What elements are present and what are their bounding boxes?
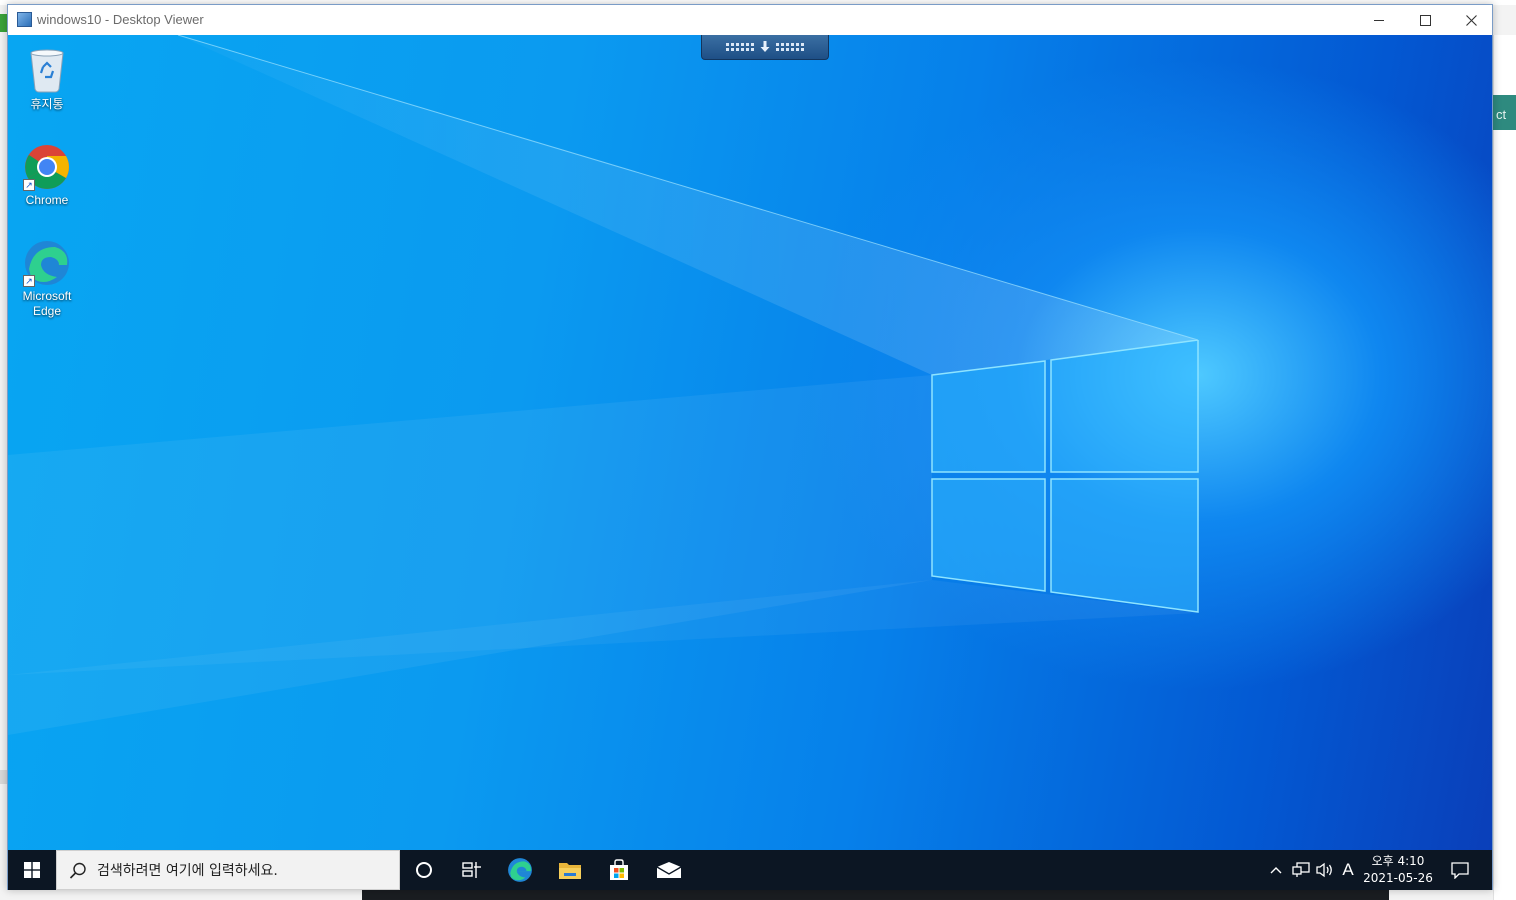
cortana-icon bbox=[416, 862, 432, 878]
notification-icon bbox=[1451, 861, 1469, 879]
remote-toolbar-handle[interactable] bbox=[701, 35, 829, 60]
host-right-panel bbox=[1493, 35, 1516, 900]
windows-logo-wallpaper bbox=[931, 340, 1199, 613]
edge-icon bbox=[508, 858, 532, 882]
toolbar-grip-left bbox=[726, 43, 754, 51]
windows-start-icon bbox=[24, 862, 40, 878]
desktop-icon-recycle-bin[interactable]: 휴지통 bbox=[9, 47, 85, 112]
desktop-icon-chrome[interactable]: ↗ Chrome bbox=[9, 143, 85, 208]
network-icon bbox=[1292, 862, 1310, 877]
guest-desktop[interactable]: 휴지통 ↗ Chrome ↗ Microsoft Edge bbox=[8, 35, 1492, 850]
minimize-button[interactable] bbox=[1356, 5, 1402, 35]
show-hidden-icons-button[interactable] bbox=[1268, 850, 1284, 890]
toolbar-grip-right bbox=[776, 43, 804, 51]
speaker-icon bbox=[1316, 862, 1332, 878]
title-bar[interactable]: windows10 - Desktop Viewer bbox=[8, 5, 1492, 35]
start-button[interactable] bbox=[8, 850, 56, 890]
desktop-viewer-window: windows10 - Desktop Viewer 휴지통 ↗ Chrome … bbox=[7, 4, 1493, 891]
microsoft-store-button[interactable] bbox=[595, 850, 643, 890]
cortana-button[interactable] bbox=[400, 850, 448, 890]
recycle-bin-icon bbox=[30, 49, 64, 93]
desktop-icon-label: Chrome bbox=[25, 193, 69, 207]
guest-taskbar: A 오후 4:10 2021-05-26 bbox=[8, 850, 1492, 891]
arrow-down-icon bbox=[760, 41, 770, 52]
task-view-icon bbox=[462, 862, 481, 878]
clock-date: 2021-05-26 bbox=[1363, 871, 1433, 885]
store-icon bbox=[610, 859, 628, 880]
window-title: windows10 - Desktop Viewer bbox=[37, 12, 204, 27]
file-explorer-button[interactable] bbox=[546, 850, 594, 890]
host-taskbar-fragment bbox=[362, 889, 1389, 900]
desktop-icon-label: 휴지통 bbox=[30, 97, 64, 111]
taskbar-search-box[interactable] bbox=[56, 850, 400, 891]
chevron-up-icon bbox=[1270, 867, 1282, 874]
clock-time: 오후 4:10 bbox=[1371, 854, 1425, 868]
shortcut-arrow-icon: ↗ bbox=[23, 179, 35, 191]
mail-button[interactable] bbox=[645, 850, 693, 890]
input-method-indicator[interactable]: A bbox=[1338, 850, 1358, 890]
task-view-button[interactable] bbox=[448, 850, 496, 890]
wallpaper-light-beams bbox=[8, 35, 1199, 735]
taskbar-clock[interactable]: 오후 4:10 2021-05-26 bbox=[1360, 853, 1436, 887]
mail-icon bbox=[656, 862, 682, 878]
file-explorer-icon bbox=[559, 863, 581, 879]
maximize-button[interactable] bbox=[1402, 5, 1448, 35]
maximize-icon bbox=[1419, 14, 1431, 26]
search-input[interactable] bbox=[95, 851, 399, 891]
volume-button[interactable] bbox=[1314, 850, 1336, 890]
network-button[interactable] bbox=[1290, 850, 1312, 890]
minimize-icon bbox=[1374, 19, 1384, 21]
search-icon bbox=[69, 862, 86, 879]
desktop-viewer-app-icon bbox=[17, 12, 32, 27]
desktop-icon-label: Microsoft Edge bbox=[22, 289, 72, 318]
close-button[interactable] bbox=[1448, 5, 1494, 35]
host-left-icon-fragment bbox=[0, 14, 7, 32]
desktop-icon-edge[interactable]: ↗ Microsoft Edge bbox=[9, 239, 85, 319]
action-center-button[interactable] bbox=[1442, 850, 1478, 890]
taskbar-edge-button[interactable] bbox=[496, 850, 544, 890]
close-icon bbox=[1465, 14, 1477, 26]
shortcut-arrow-icon: ↗ bbox=[23, 275, 35, 287]
host-right-button-fragment[interactable]: ct bbox=[1493, 95, 1516, 130]
